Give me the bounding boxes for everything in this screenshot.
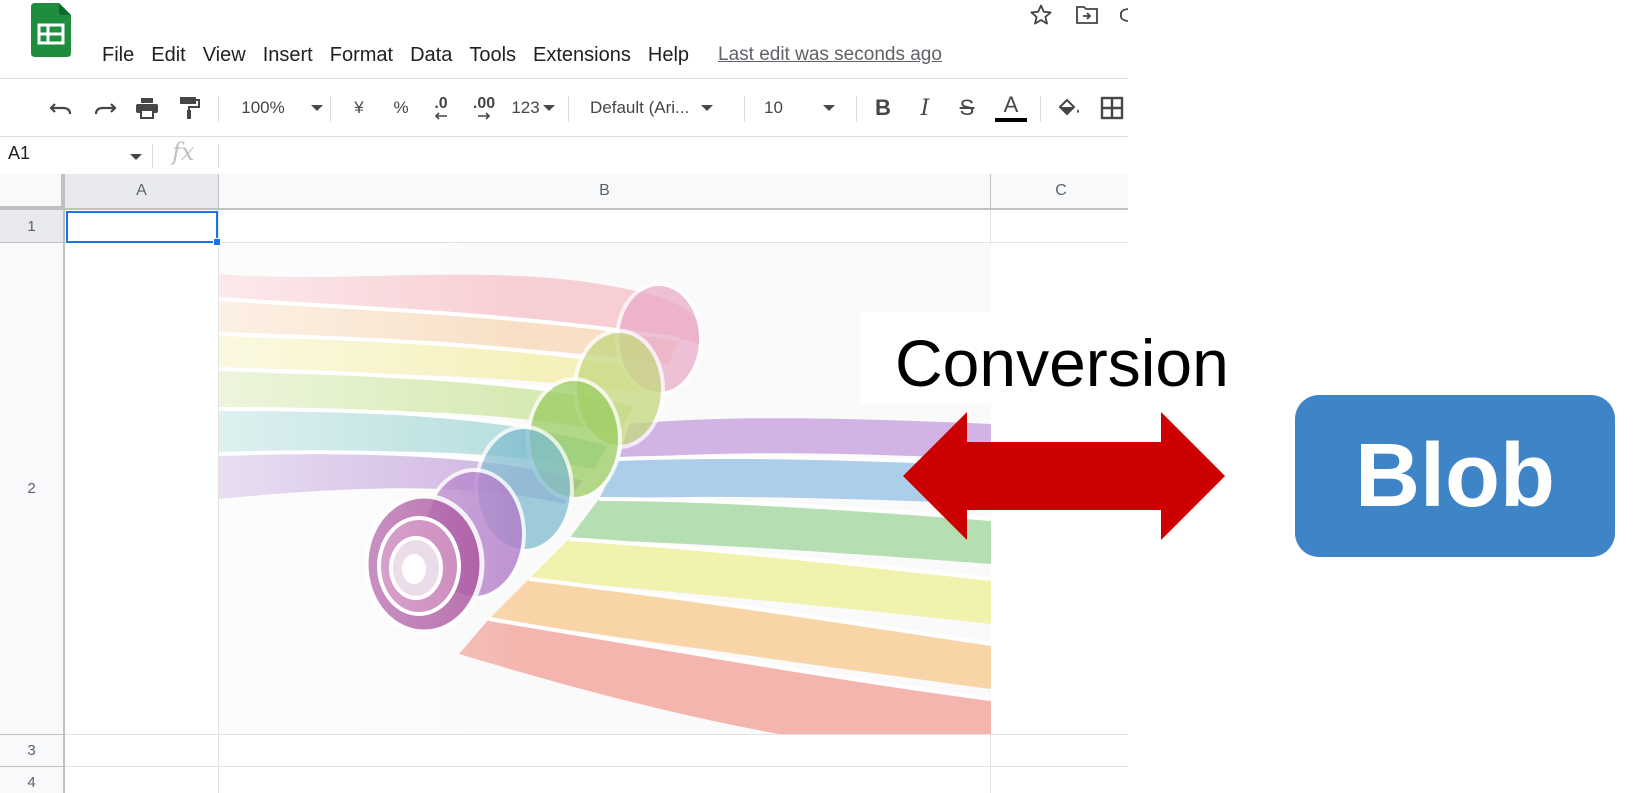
toolbar: 100% ¥ % .0 .00 123 Default (Ari... 10 B…: [0, 82, 1128, 134]
title-icons: [1028, 0, 1128, 30]
currency-format-button[interactable]: ¥: [346, 92, 372, 124]
last-edit-link[interactable]: Last edit was seconds ago: [718, 44, 942, 66]
more-formats-select[interactable]: 123: [508, 92, 558, 124]
menu-insert[interactable]: Insert: [257, 42, 319, 69]
zoom-value: 100%: [241, 98, 285, 117]
formula-separator: [152, 144, 153, 168]
font-select[interactable]: Default (Ari...: [590, 92, 730, 124]
name-box[interactable]: A1: [8, 143, 30, 164]
formula-separator: [218, 144, 219, 168]
undo-icon[interactable]: [46, 92, 76, 124]
menu-edit[interactable]: Edit: [145, 42, 191, 69]
arrow-right-icon: [478, 112, 491, 120]
row-header-3[interactable]: 3: [0, 735, 65, 767]
move-to-folder-icon[interactable]: [1074, 2, 1100, 28]
decrease-decimal-button[interactable]: .0: [426, 92, 456, 124]
text-color-letter: A: [1003, 92, 1019, 117]
arrow-left-icon: [434, 112, 447, 120]
star-icon[interactable]: [1028, 2, 1054, 28]
menu-data[interactable]: Data: [404, 42, 458, 69]
cloud-status-icon[interactable]: [1120, 2, 1128, 28]
menu-bar: File Edit View Insert Format Data Tools …: [96, 40, 942, 70]
menu-tools[interactable]: Tools: [463, 42, 522, 69]
gridline: [65, 766, 1128, 767]
blob-label: Blob: [1355, 425, 1555, 526]
gridline: [65, 734, 1128, 735]
strikethrough-button[interactable]: S: [954, 92, 980, 124]
select-all-corner[interactable]: [0, 174, 65, 210]
menu-divider: [0, 78, 1128, 79]
text-color-button[interactable]: A: [994, 92, 1028, 124]
toolbar-separator: [568, 96, 569, 122]
toolbar-separator: [744, 96, 745, 122]
redo-icon[interactable]: [90, 92, 120, 124]
conversion-label: Conversion: [895, 326, 1229, 400]
font-size-select[interactable]: 10: [764, 92, 848, 124]
row-header-4[interactable]: 4: [0, 767, 65, 793]
zoom-select[interactable]: 100%: [238, 92, 326, 124]
chevron-down-icon[interactable]: [130, 154, 142, 160]
menu-extensions[interactable]: Extensions: [527, 42, 637, 69]
gridline: [65, 242, 1128, 243]
menu-format[interactable]: Format: [324, 42, 399, 69]
fill-color-icon[interactable]: [1054, 92, 1084, 124]
toolbar-separator: [330, 96, 331, 122]
print-icon[interactable]: [132, 92, 162, 124]
row-header-2[interactable]: 2: [0, 243, 65, 735]
chevron-down-icon: [701, 105, 714, 111]
toolbar-separator: [856, 96, 857, 122]
percent-format-button[interactable]: %: [388, 92, 414, 124]
chevron-down-icon: [310, 105, 323, 111]
increase-decimal-button[interactable]: .00: [466, 92, 502, 124]
column-header-c[interactable]: C: [991, 174, 1128, 210]
font-size-value: 10: [764, 98, 783, 117]
chevron-down-icon: [542, 105, 555, 111]
menu-file[interactable]: File: [96, 42, 140, 69]
menu-view[interactable]: View: [197, 42, 252, 69]
toolbar-separator: [1040, 96, 1041, 122]
fill-handle[interactable]: [213, 238, 221, 246]
increase-decimal-label: .00: [472, 95, 496, 112]
chevron-down-icon: [822, 105, 835, 111]
column-header-a[interactable]: A: [65, 174, 219, 210]
row-header-1[interactable]: 1: [0, 210, 65, 243]
toolbar-divider: [0, 136, 1128, 137]
sheets-logo-icon[interactable]: [31, 3, 71, 57]
double-arrow-icon: [903, 412, 1225, 540]
selected-cell-a1[interactable]: [66, 211, 218, 243]
font-value: Default (Ari...: [590, 98, 690, 117]
more-formats-label: 123: [511, 98, 540, 117]
formula-bar: A1 fx: [0, 138, 1128, 172]
blob-badge: Blob: [1295, 395, 1615, 557]
decrease-decimal-label: .0: [434, 95, 448, 112]
fx-icon: fx: [172, 138, 195, 166]
bold-button[interactable]: B: [870, 92, 896, 124]
toolbar-separator: [218, 96, 219, 122]
paint-format-icon[interactable]: [176, 92, 202, 124]
italic-button[interactable]: I: [912, 92, 938, 124]
text-color-swatch: [995, 118, 1027, 122]
menu-help[interactable]: Help: [642, 42, 695, 69]
column-header-b[interactable]: B: [219, 174, 991, 210]
borders-icon[interactable]: [1098, 92, 1126, 124]
